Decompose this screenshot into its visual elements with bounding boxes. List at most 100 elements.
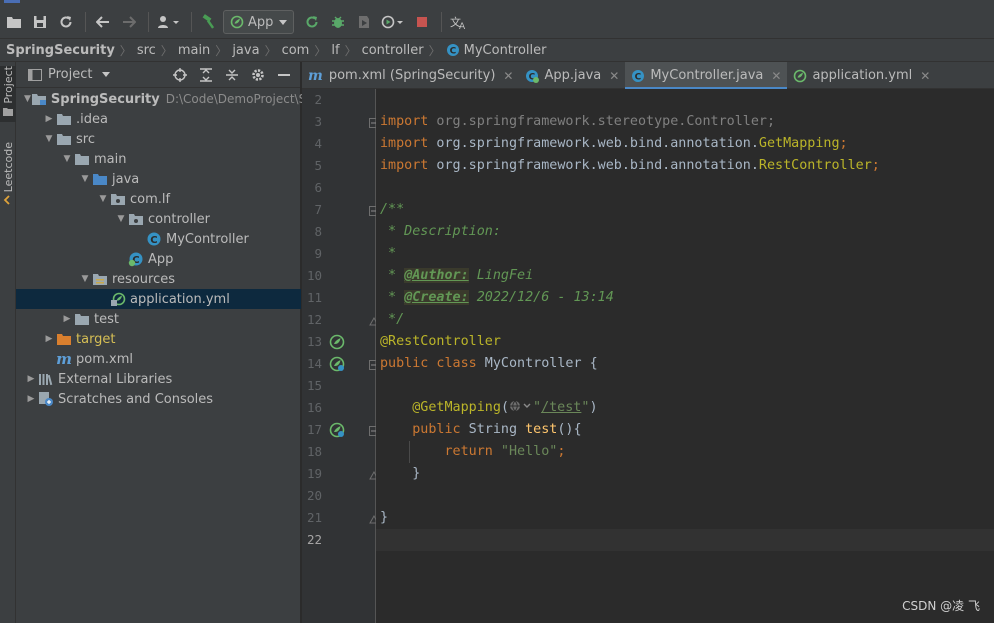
spring-class-gutter-icon[interactable] [329,356,345,372]
code-line-7[interactable]: /** [376,199,994,221]
endpoint-url-link[interactable]: /test [541,400,581,415]
chevron-down-icon[interactable]: ▼ [60,149,74,169]
chevron-down-icon[interactable]: ▼ [42,129,56,149]
code-line-10[interactable]: * @Author: LingFei [376,265,994,287]
code-editor[interactable]: import org.springframework.stereotype.Co… [376,89,994,623]
breadcrumb-item-src[interactable]: src [137,43,156,58]
breadcrumb-item-com[interactable]: com [282,43,310,58]
tree-item-test[interactable]: ▶ test [16,309,301,329]
code-line-16[interactable]: @GetMapping("/test") [376,397,994,419]
chevron-down-icon[interactable]: ▼ [78,269,92,289]
code-token: test [525,422,558,437]
request-mapping-gutter-icon[interactable] [329,422,345,438]
build-hammer-icon[interactable] [197,10,221,34]
tree-item-mycontroller[interactable]: C MyController [16,229,301,249]
tree-item-application-yml[interactable]: application.yml [16,289,301,309]
collapse-all-icon[interactable] [222,65,242,85]
breadcrumb-item-java[interactable]: java [232,43,259,58]
spring-bean-gutter-icon[interactable] [329,334,345,350]
breadcrumb-item-main[interactable]: main [178,43,210,58]
chevron-down-icon[interactable]: ▼ [24,89,31,109]
chevron-down-icon[interactable] [102,72,111,77]
locate-crosshair-icon[interactable] [170,65,190,85]
back-arrow-icon[interactable] [91,10,115,34]
tree-item-resources[interactable]: ▼ resources [16,269,301,289]
code-line-8[interactable]: * Description: [376,221,994,243]
forward-arrow-icon[interactable] [117,10,141,34]
editor-gutter[interactable]: 2 3 4 5 6 7 8 9 10 11 12 13 14 15 16 17 18 19 20 21 22 [302,89,379,623]
chevron-right-icon[interactable]: ▶ [24,369,38,389]
tree-item-idea[interactable]: ▶ .idea [16,109,301,129]
chevron-down-icon[interactable]: ▼ [96,189,110,209]
tree-item-scratches-and-consoles[interactable]: ▶ Scratches and Consoles [16,389,301,409]
code-line-9[interactable]: * [376,243,994,265]
close-icon[interactable]: ✕ [920,69,930,83]
user-dropdown-icon[interactable] [154,10,184,34]
chevron-right-icon[interactable]: ▶ [42,109,56,129]
expand-all-icon[interactable] [196,65,216,85]
save-icon[interactable] [28,10,52,34]
line-number: 16 [306,400,322,415]
code-line-12[interactable]: */ [376,309,994,331]
sync-icon[interactable] [54,10,78,34]
tree-item-app[interactable]: C App [16,249,301,269]
tree-item-target[interactable]: ▶ target [16,329,301,349]
code-line-17[interactable]: public String test(){ [376,419,994,441]
breadcrumb-separator: 〉 [314,43,327,58]
url-globe-icon[interactable] [509,400,533,412]
project-panel-header: Project [16,62,300,88]
breadcrumb-item-controller[interactable]: controller [362,43,424,58]
chevron-right-icon[interactable]: ▶ [42,329,56,349]
debug-bug-icon[interactable] [326,10,350,34]
line-number: 9 [314,246,322,261]
tree-item-java[interactable]: ▼ java [16,169,301,189]
hide-panel-icon[interactable] [274,65,294,85]
code-line-21[interactable]: } [376,507,994,529]
line-number: 8 [314,224,322,239]
chevron-right-icon[interactable]: ▶ [60,309,74,329]
code-line-14[interactable]: public class MyController { [376,353,994,375]
svg-text:C: C [449,47,456,57]
tree-item-src[interactable]: ▼ src [16,129,301,149]
translate-icon[interactable]: 文A [447,10,471,34]
tree-item-controller[interactable]: ▼ controller [16,209,301,229]
chevron-down-icon[interactable]: ▼ [114,209,128,229]
rerun-icon[interactable] [300,10,324,34]
open-folder-icon[interactable] [2,10,26,34]
project-tool-tab[interactable]: Project [0,66,16,122]
close-icon[interactable]: ✕ [771,69,781,83]
settings-gear-icon[interactable] [248,65,268,85]
code-line-11[interactable]: * @Create: 2022/12/6 - 13:14 [376,287,994,309]
stop-icon[interactable] [410,10,434,34]
line-number: 20 [306,488,322,503]
run-configuration-selector[interactable]: App [223,10,295,34]
tree-item-com-lf[interactable]: ▼ com.lf [16,189,301,209]
tree-item-external-libraries[interactable]: ▶ External Libraries [16,369,301,389]
code-line-3[interactable]: import org.springframework.stereotype.Co… [376,111,994,133]
tab-mycontroller-java[interactable]: C MyController.java ✕ [625,62,788,90]
project-panel-title[interactable]: Project [48,67,92,82]
code-line-19[interactable]: } [376,463,994,485]
coverage-icon[interactable] [352,10,376,34]
tab-application-yml[interactable]: application.yml ✕ [787,62,936,89]
close-icon[interactable]: ✕ [503,69,513,83]
breadcrumb-item-mycontroller[interactable]: MyController [464,43,547,58]
code-line-13[interactable]: @RestController [376,331,994,353]
tree-item-pom-xml[interactable]: m pom.xml [16,349,301,369]
tree-item-main[interactable]: ▼ main [16,149,301,169]
code-token: MyController { [476,356,598,371]
breadcrumb-item-lf[interactable]: lf [331,43,339,58]
code-line-5[interactable]: import org.springframework.web.bind.anno… [376,155,994,177]
leetcode-tool-tab[interactable]: Leetcode [0,142,16,208]
chevron-right-icon[interactable]: ▶ [24,389,38,409]
tree-item-springsecurity[interactable]: ▼ SpringSecurity D:\Code\DemoProject\Sp [16,89,314,109]
chevron-down-icon[interactable]: ▼ [78,169,92,189]
profile-run-icon[interactable] [378,10,408,34]
tab-app-java[interactable]: C App.java ✕ [519,62,625,89]
tab-pom-xml[interactable]: m pom.xml (SpringSecurity) ✕ [302,62,519,89]
close-icon[interactable]: ✕ [609,69,619,83]
code-line-18[interactable]: return "Hello"; [376,441,994,463]
left-tool-window-strip: Project Leetcode [0,62,16,623]
breadcrumb-item-project[interactable]: SpringSecurity [6,43,115,58]
code-line-4[interactable]: import org.springframework.web.bind.anno… [376,133,994,155]
